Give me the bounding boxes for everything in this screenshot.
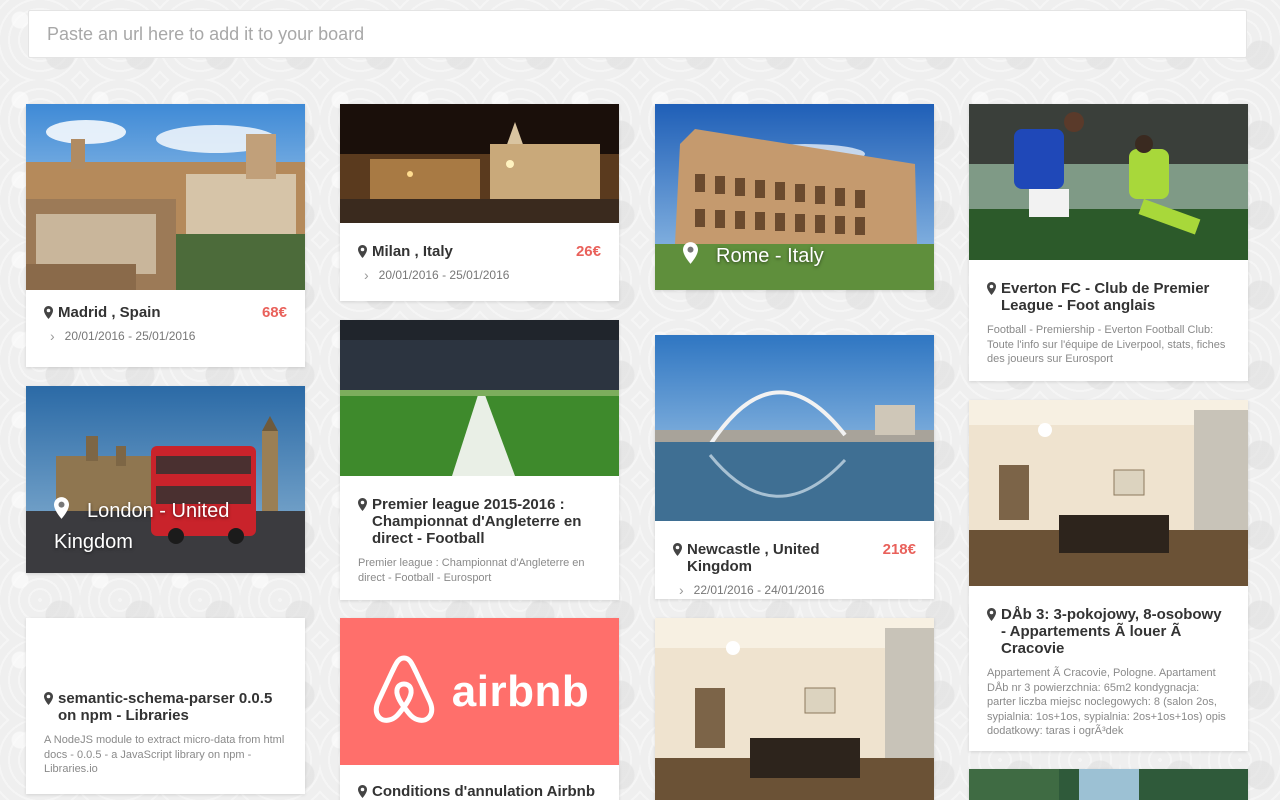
newcastle-price: 218€ bbox=[882, 541, 916, 558]
milan-dates: › 20/01/2016 - 25/01/2016 bbox=[364, 267, 510, 283]
chevron-right-icon: › bbox=[50, 328, 55, 344]
madrid-dates: › 20/01/2016 - 25/01/2016 bbox=[50, 328, 196, 344]
card-milan[interactable]: Milan , Italy 26€ › 20/01/2016 - 25/01/2… bbox=[340, 104, 619, 301]
apartment-interior-photo bbox=[655, 618, 934, 800]
newcastle-photo bbox=[655, 335, 934, 521]
airbnb-logo-icon bbox=[370, 652, 438, 731]
london-photo: London - United Kingdom bbox=[26, 386, 305, 573]
madrid-photo bbox=[26, 104, 305, 290]
map-pin-icon bbox=[987, 280, 998, 314]
madrid-title: Madrid , Spain bbox=[44, 304, 161, 321]
card-newcastle[interactable]: Newcastle , United Kingdom 218€ › 22/01/… bbox=[655, 335, 934, 599]
rome-overlay-title: Rome - Italy bbox=[683, 242, 824, 273]
map-pin-icon bbox=[54, 497, 69, 528]
cracow-title: DÅb 3: 3-pokojowy, 8-osobowy - Apparteme… bbox=[987, 606, 1230, 657]
card-madrid[interactable]: Madrid , Spain 68€ › 20/01/2016 - 25/01/… bbox=[26, 104, 305, 367]
airbnb-logo-text: airbnb bbox=[451, 666, 590, 716]
milan-photo bbox=[340, 104, 619, 223]
schema-title: semantic-schema-parser 0.0.5 on npm - Li… bbox=[44, 690, 287, 724]
map-pin-icon bbox=[358, 496, 369, 547]
london-overlay-title: London - United Kingdom bbox=[54, 497, 229, 557]
premier-title: Premier league 2015-2016 : Championnat d… bbox=[358, 496, 601, 547]
card-everton[interactable]: Everton FC - Club de Premier League - Fo… bbox=[969, 104, 1248, 381]
url-bar bbox=[28, 10, 1247, 58]
map-pin-icon bbox=[44, 690, 55, 724]
card-forest-photo[interactable] bbox=[969, 769, 1248, 800]
forest-photo bbox=[969, 769, 1248, 800]
rome-photo: Rome - Italy bbox=[655, 104, 934, 290]
schema-description: A NodeJS module to extract micro-data fr… bbox=[44, 734, 285, 775]
chevron-right-icon: › bbox=[364, 267, 369, 283]
map-pin-icon bbox=[987, 606, 998, 657]
madrid-price: 68€ bbox=[261, 304, 287, 321]
newcastle-title: Newcastle , United Kingdom bbox=[673, 541, 883, 575]
map-pin-icon bbox=[358, 243, 369, 260]
premier-description: Premier league : Championnat d'Angleterr… bbox=[358, 557, 585, 584]
map-pin-icon bbox=[683, 242, 698, 273]
airbnb-title: Conditions d'annulation Airbnb bbox=[358, 783, 601, 800]
url-input[interactable] bbox=[47, 11, 1246, 57]
card-london[interactable]: London - United Kingdom bbox=[26, 386, 305, 573]
newcastle-dates: › 22/01/2016 - 24/01/2016 bbox=[679, 582, 825, 598]
airbnb-banner: airbnb bbox=[340, 618, 619, 765]
milan-title: Milan , Italy bbox=[358, 243, 453, 260]
football-match-photo bbox=[969, 104, 1248, 260]
map-pin-icon bbox=[673, 541, 684, 575]
card-cracow-apartment[interactable]: DÅb 3: 3-pokojowy, 8-osobowy - Apparteme… bbox=[969, 400, 1248, 751]
map-pin-icon bbox=[44, 304, 55, 321]
chevron-right-icon: › bbox=[679, 582, 684, 598]
cracow-apartment-photo bbox=[969, 400, 1248, 586]
card-airbnb[interactable]: airbnb Conditions d'annulation Airbnb bbox=[340, 618, 619, 800]
card-premier-league[interactable]: Premier league 2015-2016 : Championnat d… bbox=[340, 320, 619, 600]
cracow-description: Appartement Ã Cracovie, Pologne. Apartam… bbox=[987, 667, 1226, 737]
card-schema-parser[interactable]: semantic-schema-parser 0.0.5 on npm - Li… bbox=[26, 618, 305, 794]
card-apartment-photo[interactable] bbox=[655, 618, 934, 800]
card-rome[interactable]: Rome - Italy bbox=[655, 104, 934, 290]
everton-title: Everton FC - Club de Premier League - Fo… bbox=[987, 280, 1230, 314]
stadium-photo bbox=[340, 320, 619, 476]
milan-price: 26€ bbox=[575, 243, 601, 260]
everton-description: Football - Premiership - Everton Footbal… bbox=[987, 324, 1226, 365]
map-pin-icon bbox=[358, 783, 369, 800]
